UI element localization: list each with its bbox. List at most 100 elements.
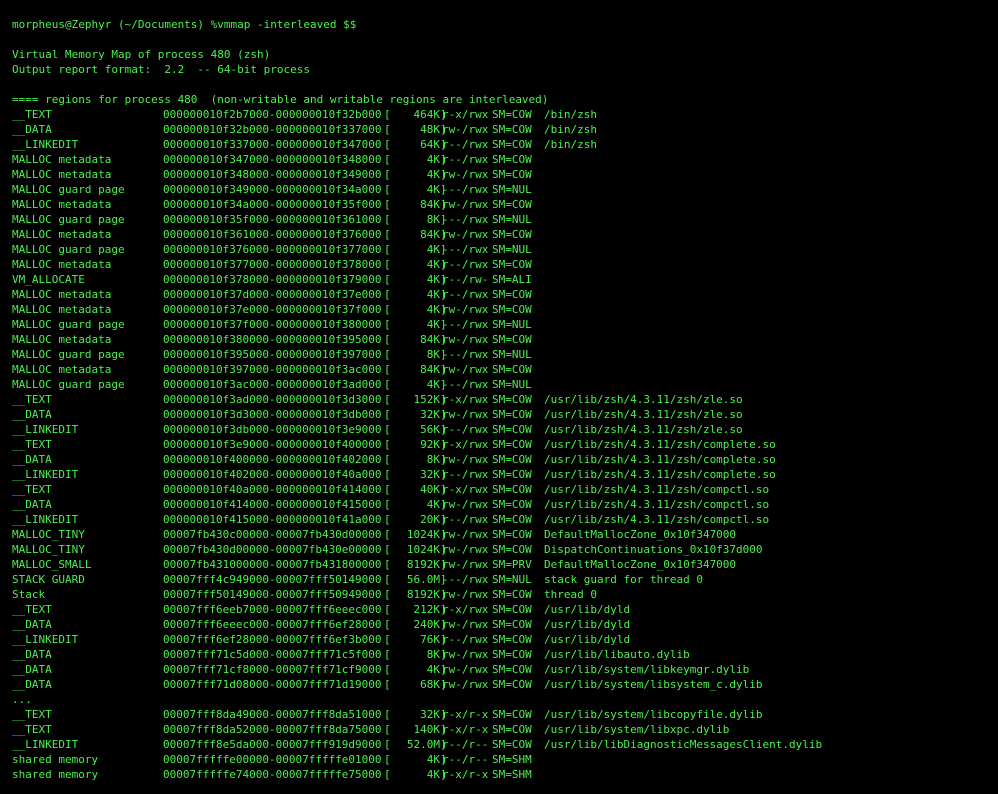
ellipsis-line: ...: [12, 693, 32, 706]
region-row: MALLOC_TINY 00007fb430d00000-00007fb430e0…: [12, 542, 992, 557]
region-row: __LINKEDIT 000000010f3db000-000000010f3e9…: [12, 422, 992, 437]
size-bracket-open: [: [384, 723, 391, 736]
region-size: 56.0M: [406, 573, 440, 586]
region-row: MALLOC metadata 000000010f361000-00000001…: [12, 227, 992, 242]
region-share-mode: SM=COW: [492, 153, 532, 166]
region-size: 4K: [426, 273, 440, 286]
size-bracket-open: [: [384, 738, 391, 751]
region-share-mode: SM=COW: [492, 618, 532, 631]
region-protection: r-x/rwx: [442, 108, 489, 121]
region-type: __TEXT: [12, 483, 52, 496]
region-row: __TEXT 00007fff6eeb7000-00007fff6eeec000[…: [12, 602, 992, 617]
region-protection: rw-/rwx: [442, 558, 489, 571]
region-type: MALLOC guard page: [12, 318, 125, 331]
size-bracket-open: [: [384, 138, 391, 151]
region-address-range: 00007fffffe00000-00007fffffe01000: [163, 753, 382, 766]
region-type: __TEXT: [12, 438, 52, 451]
region-share-mode: SM=COW: [492, 483, 532, 496]
region-row: Stack 00007fff50149000-00007fff50949000[8…: [12, 587, 992, 602]
region-type: __LINKEDIT: [12, 468, 79, 481]
region-detail: /usr/lib/dyld: [544, 603, 631, 616]
region-row: VM_ALLOCATE 000000010f378000-000000010f37…: [12, 272, 992, 287]
region-protection: ---/rwx: [442, 318, 489, 331]
region-share-mode: SM=COW: [492, 498, 532, 511]
region-size: 8K: [426, 348, 440, 361]
region-protection: r-x/rwx: [442, 483, 489, 496]
size-bracket-open: [: [384, 498, 391, 511]
region-detail: DefaultMallocZone_0x10f347000: [544, 558, 737, 571]
region-size: 4K: [426, 183, 440, 196]
region-share-mode: SM=COW: [492, 543, 532, 556]
region-row: MALLOC guard page 000000010f35f000-000000…: [12, 212, 992, 227]
size-bracket-open: [: [384, 708, 391, 721]
region-share-mode: SM=COW: [492, 303, 532, 316]
region-size: 64K: [420, 138, 440, 151]
size-bracket-open: [: [384, 528, 391, 541]
terminal-output[interactable]: morpheus@Zephyr (~/Documents) %vmmap -in…: [12, 17, 992, 782]
region-protection: rw-/rwx: [442, 618, 489, 631]
region-share-mode: SM=COW: [492, 513, 532, 526]
region-row: MALLOC metadata 000000010f347000-00000001…: [12, 152, 992, 167]
region-share-mode: SM=COW: [492, 708, 532, 721]
region-share-mode: SM=COW: [492, 333, 532, 346]
region-row: __TEXT 000000010f3ad000-000000010f3d3000[…: [12, 392, 992, 407]
region-share-mode: SM=PRV: [492, 558, 532, 571]
region-type: MALLOC metadata: [12, 363, 112, 376]
region-detail: /usr/lib/zsh/4.3.11/zsh/zle.so: [544, 423, 743, 436]
size-bracket-open: [: [384, 573, 391, 586]
region-type: Stack: [12, 588, 46, 601]
region-type: MALLOC metadata: [12, 153, 112, 166]
report-title: Virtual Memory Map of process 480 (zsh): [12, 48, 271, 61]
region-row: MALLOC guard page 000000010f37f000-000000…: [12, 317, 992, 332]
region-protection: ---/rwx: [442, 378, 489, 391]
region-address-range: 000000010f378000-000000010f379000: [163, 273, 382, 286]
region-protection: r-x/r-x: [442, 723, 489, 736]
region-protection: r--/rwx: [442, 288, 489, 301]
region-share-mode: SM=ALI: [492, 273, 532, 286]
region-address-range: 000000010f3e9000-000000010f400000: [163, 438, 382, 451]
terminal-window[interactable]: { "prompt": { "text": "morpheus@Zephyr (…: [0, 0, 998, 794]
region-size: 84K: [420, 333, 440, 346]
region-type: MALLOC metadata: [12, 333, 112, 346]
region-size: 84K: [420, 198, 440, 211]
region-size: 48K: [420, 123, 440, 136]
region-share-mode: SM=COW: [492, 648, 532, 661]
size-bracket-open: [: [384, 438, 391, 451]
region-protection: rw-/rwx: [442, 678, 489, 691]
region-address-range: 00007fff6ef28000-00007fff6ef3b000: [163, 633, 382, 646]
region-protection: r--/rwx: [442, 138, 489, 151]
region-size: 4K: [426, 258, 440, 271]
region-address-range: 000000010f395000-000000010f397000: [163, 348, 382, 361]
region-address-range: 00007fff71c5d000-00007fff71c5f000: [163, 648, 382, 661]
region-detail: DefaultMallocZone_0x10f347000: [544, 528, 737, 541]
region-size: 4K: [426, 318, 440, 331]
region-type: MALLOC guard page: [12, 243, 125, 256]
region-share-mode: SM=COW: [492, 438, 532, 451]
size-bracket-open: [: [384, 243, 391, 256]
region-row: __LINKEDIT 000000010f337000-000000010f347…: [12, 137, 992, 152]
region-protection: r--/rwx: [442, 153, 489, 166]
region-type: __DATA: [12, 648, 52, 661]
size-bracket-open: [: [384, 648, 391, 661]
region-share-mode: SM=COW: [492, 588, 532, 601]
region-size: 464K: [413, 108, 441, 121]
size-bracket-open: [: [384, 588, 391, 601]
region-list: __TEXT 000000010f2b7000-000000010f32b000[…: [12, 107, 992, 692]
region-share-mode: SM=COW: [492, 393, 532, 406]
region-share-mode: SM=COW: [492, 108, 532, 121]
region-detail: /usr/lib/system/libkeymgr.dylib: [544, 663, 750, 676]
region-type: __DATA: [12, 678, 52, 691]
region-share-mode: SM=COW: [492, 678, 532, 691]
region-row: MALLOC metadata 000000010f37e000-00000001…: [12, 302, 992, 317]
region-type: __LINKEDIT: [12, 633, 79, 646]
region-share-mode: SM=NUL: [492, 183, 532, 196]
region-protection: rw-/rwx: [442, 543, 489, 556]
region-size: 140K: [413, 723, 441, 736]
region-type: MALLOC_TINY: [12, 543, 85, 556]
region-type: STACK GUARD: [12, 573, 85, 586]
size-bracket-open: [: [384, 123, 391, 136]
region-size: 4K: [426, 378, 440, 391]
region-size: 8192K: [406, 588, 440, 601]
region-share-mode: SM=NUL: [492, 573, 532, 586]
